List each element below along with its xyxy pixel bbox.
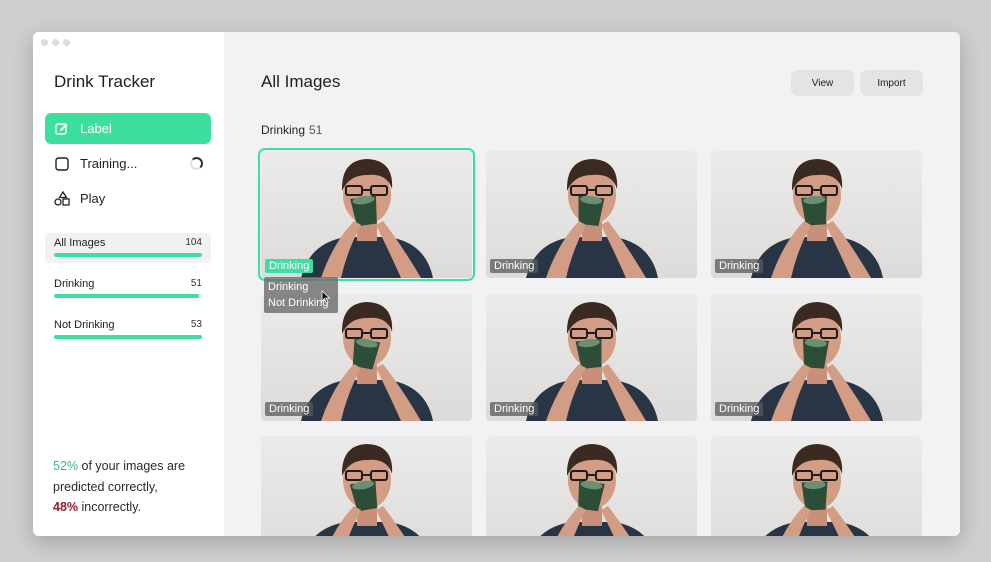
window-controls [41, 39, 70, 46]
category-progress-bar [54, 253, 202, 257]
category-progress-bar [54, 294, 202, 298]
prediction-stats: 52% of your images are predicted correct… [53, 456, 218, 518]
edit-icon [54, 121, 70, 137]
image-label-tag[interactable]: Drinking [715, 259, 764, 273]
incorrect-percentage: 48% [53, 500, 79, 514]
image-thumbnail[interactable]: Drinking [486, 151, 697, 278]
section-header: Drinking 51 [261, 123, 322, 137]
image-label-tag[interactable]: Drinking [265, 402, 314, 416]
minimize-window-button[interactable] [52, 39, 59, 46]
app-title: Drink Tracker [54, 72, 156, 91]
incorrect-text: incorrectly. [78, 500, 142, 514]
category-label: All Images [54, 237, 106, 249]
image-label-tag[interactable]: Drinking [490, 402, 539, 416]
category-not-drinking[interactable]: Not Drinking 53 [45, 315, 211, 345]
zoom-window-button[interactable] [63, 39, 70, 46]
image-thumbnail[interactable] [711, 436, 922, 536]
square-icon [54, 156, 70, 172]
correct-percentage: 52% [53, 459, 79, 473]
person-drinking-photo [540, 444, 645, 536]
nav-label[interactable]: Label [45, 113, 211, 144]
image-label-tag[interactable]: Drinking [265, 259, 314, 273]
category-progress-bar [54, 335, 202, 339]
sidebar: Drink Tracker Label Training... Play All… [33, 32, 224, 536]
image-thumbnail[interactable]: Drinking [261, 294, 472, 421]
nav-training-text: Training... [80, 156, 138, 171]
nav-play[interactable]: Play [45, 183, 211, 214]
category-progress-fill [54, 294, 200, 298]
close-window-button[interactable] [41, 39, 48, 46]
app-window: Drink Tracker Label Training... Play All… [33, 32, 960, 536]
nav-play-text: Play [80, 191, 106, 206]
view-button[interactable]: View [791, 70, 854, 96]
category-all-images[interactable]: All Images 104 [45, 233, 211, 263]
image-thumbnail[interactable]: Drinking [258, 148, 475, 281]
image-thumbnail[interactable]: Drinking [711, 151, 922, 278]
image-label-tag[interactable]: Drinking [715, 402, 764, 416]
page-title: All Images [261, 72, 341, 91]
category-progress-fill [54, 335, 202, 339]
nav-label-text: Label [80, 121, 112, 136]
image-thumbnail[interactable]: Drinking [486, 294, 697, 421]
category-count: 53 [190, 319, 202, 330]
loading-spinner-icon [190, 157, 203, 170]
section-label: Drinking [261, 123, 306, 137]
section-count: 51 [309, 123, 323, 137]
image-thumbnail[interactable] [261, 436, 472, 536]
person-drinking-photo [315, 444, 420, 536]
mouse-cursor-icon [321, 290, 331, 304]
category-count: 104 [185, 237, 202, 248]
category-progress-fill [54, 253, 202, 257]
image-thumbnail[interactable] [486, 436, 697, 536]
shapes-icon [54, 190, 70, 207]
image-thumbnail[interactable]: Drinking [711, 294, 922, 421]
image-label-tag[interactable]: Drinking [490, 259, 539, 273]
person-drinking-photo [765, 444, 870, 536]
category-label: Drinking [54, 278, 95, 290]
import-button[interactable]: Import [860, 70, 923, 96]
category-drinking[interactable]: Drinking 51 [45, 274, 211, 304]
category-count: 51 [190, 278, 202, 289]
nav-training[interactable]: Training... [45, 148, 211, 179]
category-label: Not Drinking [54, 319, 115, 331]
